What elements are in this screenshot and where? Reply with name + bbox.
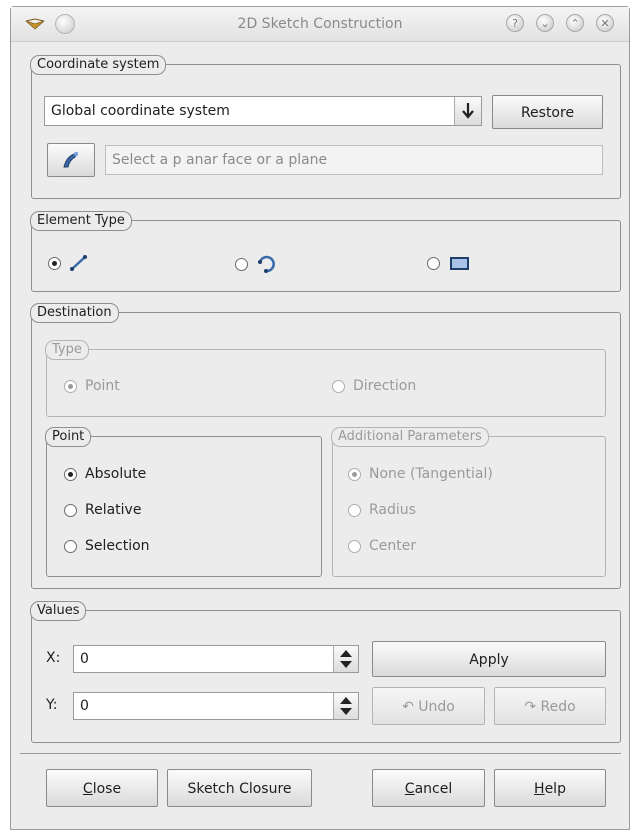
type-point-radio[interactable]	[64, 379, 77, 393]
type-point-label: Point	[85, 378, 120, 394]
select-plane-button[interactable]	[47, 143, 95, 177]
restore-button[interactable]: Restore	[492, 95, 603, 129]
footer-separator	[20, 753, 621, 754]
element-type-arc-option[interactable]	[235, 254, 278, 274]
additional-none-label: None (Tangential)	[369, 466, 493, 482]
plane-selection-input[interactable]: Select a p anar face or a plane	[105, 145, 603, 175]
cancel-label: ancel	[414, 781, 453, 797]
close-label: lose	[92, 781, 122, 797]
additional-radius-option[interactable]: Radius	[348, 502, 416, 518]
element-type-title: Element Type	[30, 211, 132, 231]
segment-icon	[70, 255, 87, 271]
undo-label: Undo	[418, 699, 455, 715]
help-mnemonic: H	[534, 781, 545, 797]
maximize-icon[interactable]: ⌃	[566, 14, 584, 32]
x-value-input[interactable]: 0	[73, 645, 359, 673]
title-bar[interactable]: 2D Sketch Construction ? ⌄ ⌃ ✕	[11, 7, 629, 42]
element-type-segment-option[interactable]	[48, 254, 89, 272]
destination-title: Destination	[30, 303, 119, 323]
point-selection-radio[interactable]	[64, 539, 77, 553]
coordinate-system-value: Global coordinate system	[51, 103, 230, 119]
type-group: Type	[45, 340, 606, 417]
element-type-group: Element Type	[30, 211, 621, 292]
point-absolute-radio[interactable]	[64, 467, 77, 481]
additional-radius-radio[interactable]	[348, 503, 361, 517]
additional-none-option[interactable]: None (Tangential)	[348, 466, 493, 482]
undo-button[interactable]: ↶ Undo	[372, 687, 485, 725]
y-label: Y:	[46, 697, 58, 713]
arc-radio[interactable]	[235, 257, 248, 271]
coordinate-system-title: Coordinate system	[30, 55, 167, 75]
y-spin-arrows-icon[interactable]	[333, 693, 358, 719]
type-point-option[interactable]: Point	[64, 378, 120, 394]
close-mnemonic: C	[82, 781, 93, 797]
segment-radio[interactable]	[48, 256, 61, 270]
plane-selection-placeholder: Select a p anar face or a plane	[112, 152, 328, 168]
rectangle-icon	[450, 257, 469, 270]
y-value: 0	[80, 698, 89, 714]
additional-center-radio[interactable]	[348, 539, 361, 553]
coordinate-system-group: Coordinate system	[30, 55, 621, 199]
redo-button[interactable]: ↷ Redo	[494, 687, 606, 725]
apply-button[interactable]: Apply	[372, 641, 606, 677]
point-title: Point	[45, 427, 92, 447]
y-value-input[interactable]: 0	[73, 692, 359, 720]
type-title: Type	[45, 340, 89, 360]
x-label: X:	[46, 650, 61, 666]
type-direction-label: Direction	[353, 378, 417, 394]
sketch-closure-button[interactable]: Sketch Closure	[167, 769, 312, 807]
arc-icon	[258, 255, 275, 273]
help-button[interactable]: Help	[494, 769, 606, 807]
redo-label: Redo	[540, 699, 576, 715]
help-icon[interactable]: ?	[506, 14, 524, 32]
coordinate-system-combo[interactable]: Global coordinate system	[44, 96, 482, 126]
select-arrow-icon	[63, 152, 78, 168]
close-button[interactable]: Close	[46, 769, 158, 807]
x-value: 0	[80, 651, 89, 667]
point-selection-label: Selection	[85, 538, 150, 554]
point-relative-option[interactable]: Relative	[64, 502, 141, 518]
rectangle-radio[interactable]	[427, 256, 440, 270]
point-selection-option[interactable]: Selection	[64, 538, 150, 554]
type-direction-radio[interactable]	[332, 379, 345, 393]
help-label: elp	[544, 781, 566, 797]
minimize-icon[interactable]: ⌄	[536, 14, 554, 32]
point-relative-label: Relative	[85, 502, 142, 518]
additional-none-radio[interactable]	[348, 467, 361, 481]
additional-radius-label: Radius	[369, 502, 416, 518]
additional-center-label: Center	[369, 538, 417, 554]
close-icon[interactable]: ✕	[596, 14, 614, 32]
point-relative-radio[interactable]	[64, 503, 77, 517]
cancel-button[interactable]: Cancel	[372, 769, 485, 807]
type-direction-option[interactable]: Direction	[332, 378, 416, 394]
x-spin-arrows-icon[interactable]	[333, 646, 358, 672]
undo-icon: ↶	[402, 699, 414, 715]
cancel-mnemonic: C	[404, 781, 415, 797]
additional-parameters-title: Additional Parameters	[331, 427, 489, 447]
additional-center-option[interactable]: Center	[348, 538, 416, 554]
point-absolute-option[interactable]: Absolute	[64, 466, 146, 482]
values-title: Values	[30, 601, 87, 621]
element-type-rectangle-option[interactable]	[427, 254, 472, 272]
combo-arrow-down-icon[interactable]	[454, 97, 481, 125]
redo-icon: ↷	[524, 699, 537, 715]
point-absolute-label: Absolute	[85, 466, 147, 482]
